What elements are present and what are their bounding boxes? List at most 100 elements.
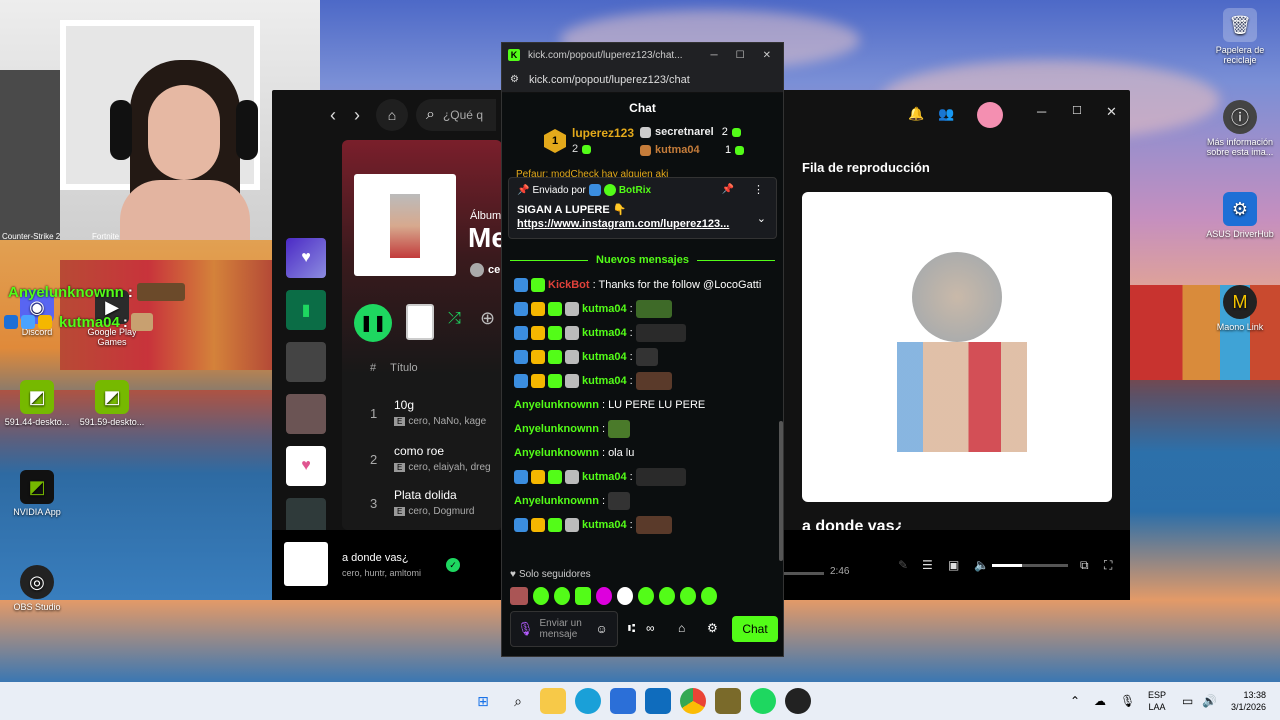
shuffle-icon[interactable]: ⤮ (448, 310, 461, 328)
asus-desktop-icon[interactable]: ⚙ ASUS DriverHub (1205, 192, 1275, 239)
emote-button[interactable] (701, 587, 717, 605)
chat-username[interactable]: kutma04 (582, 375, 627, 387)
mini-player-icon[interactable]: ⧉ (1080, 558, 1089, 573)
emote-button[interactable] (680, 587, 696, 605)
back-arrow-icon[interactable]: ‹ (330, 105, 336, 126)
liked-songs-tile[interactable]: ♥ (286, 238, 326, 278)
now-playing-title[interactable]: a donde vas¿ (342, 552, 409, 564)
pinned-link[interactable]: https://www.instagram.com/luperez123... (517, 218, 745, 230)
queue-icon[interactable]: ☰ (922, 558, 933, 572)
forward-arrow-icon[interactable]: › (354, 105, 360, 126)
chat-username[interactable]: kutma04 (582, 351, 627, 363)
pin-toggle-icon[interactable]: 📌 (722, 184, 734, 195)
chat-username[interactable]: kutma04 (582, 471, 627, 483)
obs-taskbar-icon[interactable] (715, 688, 741, 714)
minimize-icon[interactable]: ─ (711, 50, 718, 61)
progress-bar[interactable] (784, 572, 824, 575)
chat-username[interactable]: KickBot (548, 279, 590, 291)
search-bar[interactable]: ⌕ ¿Qué q (416, 99, 496, 131)
maono-desktop-icon[interactable]: M Maono Link (1205, 285, 1275, 332)
maximize-icon[interactable]: ☐ (1072, 104, 1082, 117)
chat-message[interactable]: Anyelunknownn: LU PERE LU PERE (502, 393, 783, 417)
infinity-icon[interactable]: ∞ (646, 621, 655, 635)
emote-button[interactable] (554, 587, 570, 605)
chat-input-box[interactable]: 🎙 Enviar un mensaje ☺ (510, 611, 618, 647)
notification-bell-icon[interactable]: 🔔 (908, 106, 924, 122)
tray-chevron-icon[interactable]: ⌃ (1070, 694, 1080, 708)
chat-message[interactable]: KickBot: Thanks for the follow @LocoGatt… (502, 273, 783, 297)
emote-button[interactable] (659, 587, 675, 605)
share-icon[interactable]: ⑆ (628, 621, 635, 635)
chat-username[interactable]: kutma04 (582, 327, 627, 339)
emote-button[interactable] (533, 587, 549, 605)
chat-username[interactable]: Anyelunknownn (514, 495, 599, 507)
emoji-icon[interactable]: ☺ (596, 622, 608, 636)
search-icon[interactable]: ⌕ (505, 688, 531, 714)
emote-button[interactable] (510, 587, 528, 605)
maximize-icon[interactable]: ☐ (736, 50, 745, 61)
chrome-icon[interactable] (680, 688, 706, 714)
file-explorer-icon[interactable] (540, 688, 566, 714)
playlist-tile[interactable] (286, 394, 326, 434)
chat-scrollbar[interactable] (779, 421, 783, 561)
connect-device-icon[interactable]: ▣ (948, 558, 959, 572)
saved-episodes-tile[interactable]: ▮ (286, 290, 326, 330)
chat-message[interactable]: kutma04: (502, 345, 783, 369)
nvidia-driver-2-desktop-icon[interactable]: ◩ 591.59-deskto... (77, 380, 147, 427)
volume-tray-icon[interactable]: 🔊 (1202, 694, 1217, 708)
recycle-bin-desktop-icon[interactable]: 🗑 Papelera de reciclaje (1205, 8, 1275, 65)
nvidia-driver-1-desktop-icon[interactable]: ◩ 591.44-deskto... (2, 380, 72, 427)
windows-start-icon[interactable]: ⊞ (470, 688, 496, 714)
volume-slider[interactable] (992, 564, 1068, 567)
avatar[interactable] (977, 102, 1003, 128)
chat-message[interactable]: Anyelunknownn: ola lu (502, 441, 783, 465)
chat-message[interactable]: kutma04: (502, 369, 783, 393)
outlook-icon[interactable] (645, 688, 671, 714)
volume-icon[interactable]: 🔈 (974, 558, 989, 572)
mic-tray-icon[interactable]: 🎙 (1120, 694, 1135, 708)
playlist-tile[interactable]: ♥ (286, 446, 326, 486)
album-mini-cover[interactable] (406, 304, 434, 340)
chat-message[interactable]: kutma04: (502, 513, 783, 537)
network-icon[interactable]: ▭ (1182, 694, 1193, 708)
chat-username[interactable]: kutma04 (582, 303, 627, 315)
friends-icon[interactable]: 👥 (938, 106, 954, 122)
edge-icon[interactable] (575, 688, 601, 714)
site-settings-icon[interactable]: ⚙ (510, 74, 519, 85)
chat-username[interactable]: Anyelunknownn (514, 447, 599, 459)
address-bar[interactable]: ⚙ kick.com/popout/luperez123/chat (502, 67, 783, 93)
chat-username[interactable]: kutma04 (582, 519, 627, 531)
fullscreen-icon[interactable]: ⛶ (1104, 558, 1112, 573)
lyrics-icon[interactable]: ✎ (898, 558, 908, 572)
emote-button[interactable] (596, 587, 612, 605)
spotify-icon[interactable] (750, 688, 776, 714)
saved-check-icon[interactable]: ✓ (446, 558, 460, 572)
chat-message[interactable]: kutma04: (502, 297, 783, 321)
mic-icon[interactable]: 🎙 (517, 621, 534, 637)
emote-button[interactable] (638, 587, 654, 605)
chevron-down-icon[interactable]: ⌄ (757, 212, 766, 225)
chat-username[interactable]: Anyelunknownn (514, 399, 599, 411)
clock[interactable]: 13:38 3/1/2026 (1222, 689, 1266, 713)
more-options-icon[interactable]: ⋮ (753, 183, 764, 196)
emote-button[interactable] (617, 587, 633, 605)
info-desktop-icon[interactable]: ⓘ Más información sobre esta ima... (1205, 100, 1275, 157)
close-icon[interactable]: ✕ (763, 50, 771, 61)
settings-gear-icon[interactable]: ⚙ (707, 621, 718, 635)
minimize-icon[interactable]: ─ (1037, 104, 1046, 119)
store-icon[interactable]: ⌂ (678, 621, 685, 635)
emote-button[interactable] (575, 587, 591, 605)
play-pause-button[interactable]: ❚❚ (354, 304, 392, 342)
onedrive-icon[interactable]: ☁ (1094, 694, 1106, 708)
home-icon[interactable]: ⌂ (376, 99, 408, 131)
close-icon[interactable]: ✕ (1106, 104, 1117, 120)
chat-username[interactable]: Anyelunknownn (514, 423, 599, 435)
now-playing-artists[interactable]: cero, huntr, amltomi (342, 568, 421, 578)
chat-message[interactable]: Anyelunknownn: (502, 417, 783, 441)
language-indicator[interactable]: ESP LAA (1148, 689, 1166, 713)
playlist-tile[interactable] (286, 342, 326, 382)
microsoft-store-icon[interactable] (610, 688, 636, 714)
chat-message[interactable]: Anyelunknownn: (502, 489, 783, 513)
chat-send-button[interactable]: Chat (732, 616, 778, 642)
chat-message[interactable]: kutma04: (502, 321, 783, 345)
